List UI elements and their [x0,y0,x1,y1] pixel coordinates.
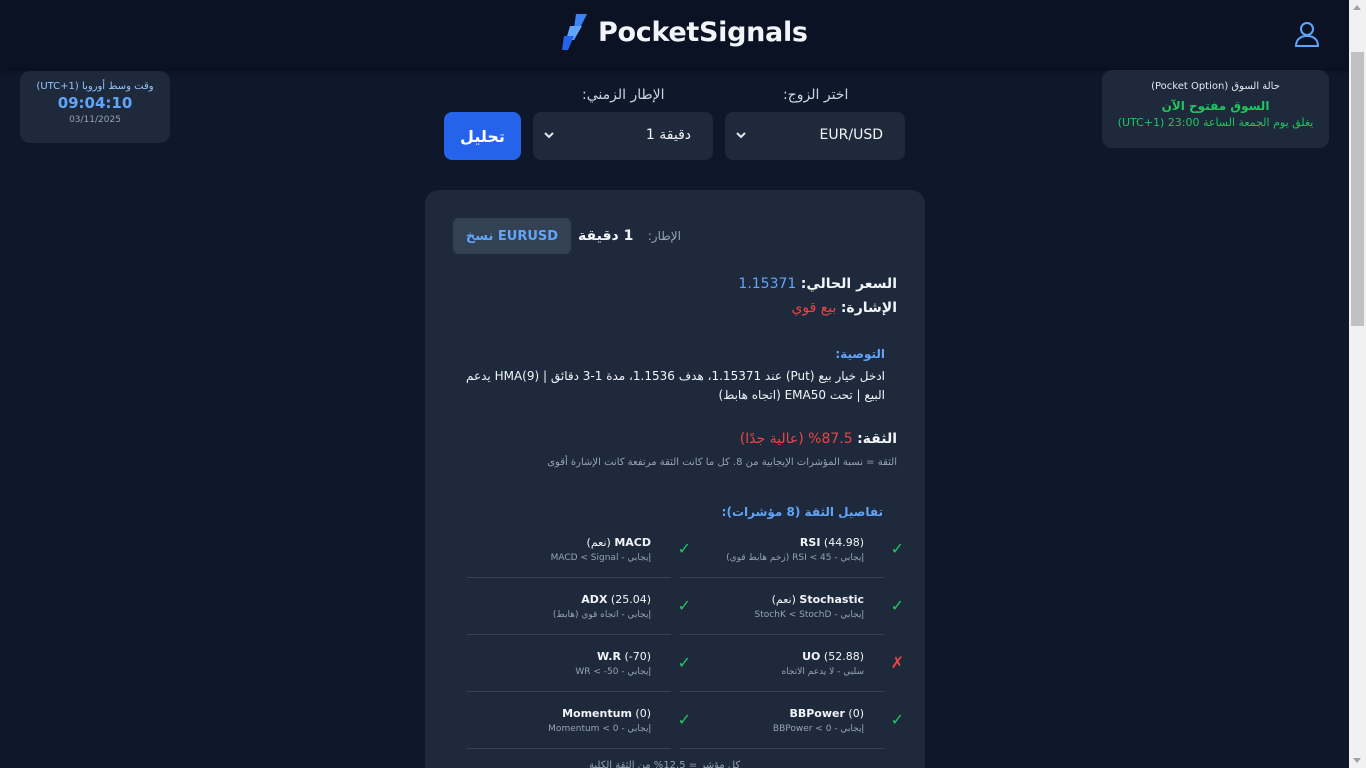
chevron-down-icon [736,132,746,139]
indicator-name: Momentum [562,707,632,720]
market-status-card: حالة السوق (Pocket Option) السوق مفتوح ا… [1102,70,1329,148]
indicator-value: (0) [848,707,864,720]
indicator-value: (نعم) [586,536,611,549]
indicator-value: (44.98) [823,536,864,549]
indicator-desc: إيجابي - MACD < Signal [550,553,651,563]
check-icon: ✓ [677,710,691,729]
indicator-desc: إيجابي - Momentum < 0 [548,724,651,734]
indicator-value: (25.04) [610,593,651,606]
indicator-adx: ✓ ADX (25.04) إيجابي - اتجاه قوي (هابط) [467,590,691,635]
copy-pair-button[interactable]: EURUSD نسخ [453,218,571,254]
analyze-button[interactable]: تحليل [444,112,521,160]
indicator-rsi: ✓ RSI (44.98) إيجابي - RSI < 45 (زخم هاب… [680,533,904,578]
indicator-desc: إيجابي - BBPower < 0 [772,724,864,734]
indicator-value: (نعم) [771,593,796,606]
indicator-name: UO [802,650,821,663]
indicator-name: MACD [614,536,651,549]
clock-time: 09:04:10 [57,94,133,112]
price-value: 1.15371 [738,276,797,292]
bolt-logo-icon [562,14,587,50]
indicator-value: (0) [635,707,651,720]
brand-logo[interactable]: PocketSignals [562,12,808,52]
timeframe-select[interactable]: 1 دقيقة [533,112,713,160]
indicator-momentum: ✓ Momentum (0) إيجابي - Momentum < 0 [467,704,691,749]
result-timeframe-label: الإطار: [647,229,681,243]
timeframe-label: الإطار الزمني: [582,87,665,103]
user-icon[interactable] [1293,20,1321,48]
clock-date: 03/11/2025 [69,115,121,125]
signal: الإشارة: بيع قوي [791,300,897,316]
indicator-bbpower: ✓ BBPower (0) إيجابي - BBPower < 0 [680,704,904,749]
recommendation-title: التوصية: [835,347,885,361]
check-icon: ✓ [677,653,691,672]
scroll-down-icon[interactable] [1353,758,1361,763]
result-timeframe: الإطار: 1 دقيقة [578,228,681,244]
indicator-desc: إيجابي - RSI < 45 (زخم هابط قوي) [726,553,864,563]
market-close-info: يغلق يوم الجمعة الساعة 23:00 (UTC+1) [1117,116,1314,129]
indicator-name: Stochastic [799,593,864,606]
confidence-note: الثقة = نسبة المؤشرات الإيجابية من 8. كل… [547,457,897,468]
check-icon: ✓ [890,710,904,729]
market-open-status: السوق مفتوح الآن [1161,99,1270,113]
pair-select[interactable]: EUR/USD [725,112,905,160]
check-icon: ✓ [890,596,904,615]
indicator-value: (-70) [624,650,651,663]
indicator-name: BBPower [789,707,845,720]
chevron-down-icon [544,132,554,139]
cet-clock-card: وقت وسط أوروبا (UTC+1) 09:04:10 03/11/20… [20,71,170,143]
indicator-name: W.R [597,650,621,663]
indicator-value: (52.88) [823,650,864,663]
indicator-uo: ✗ UO (52.88) سلبي - لا يدعم الاتجاه [680,647,904,692]
clock-label: وقت وسط أوروبا (UTC+1) [36,81,154,92]
scroll-thumb[interactable] [1351,52,1364,326]
indicator-name: ADX [581,593,608,606]
current-price: السعر الحالي: 1.15371 [738,276,897,292]
confidence: الثقة: 87.5% (عالية جدًا) [740,431,897,447]
timeframe-value: 1 دقيقة [645,127,691,143]
indicator-wr: ✓ W.R (-70) إيجابي - WR < -50 [467,647,691,692]
indicator-desc: إيجابي - WR < -50 [575,667,651,677]
brand-name: PocketSignals [598,16,808,48]
indicator-macd: ✓ MACD (نعم) إيجابي - MACD < Signal [467,533,691,578]
check-icon: ✓ [677,596,691,615]
confidence-details-title: تفاصيل الثقة (8 مؤشرات): [721,505,883,519]
confidence-footnote: كل مؤشر = 12.5% من الثقة الكلية [589,760,741,768]
analysis-result-card: EURUSD نسخ الإطار: 1 دقيقة السعر الحالي:… [425,190,925,768]
scroll-up-icon[interactable] [1353,5,1361,10]
pair-label: اختر الزوج: [783,87,849,103]
confidence-label: الثقة: [857,431,897,447]
indicator-desc: إيجابي - اتجاه قوي (هابط) [552,610,651,620]
cross-icon: ✗ [890,653,904,672]
top-navbar: PocketSignals [0,0,1366,68]
price-label: السعر الحالي: [800,276,897,292]
indicator-desc: سلبي - لا يدعم الاتجاه [781,667,864,677]
market-status-label: حالة السوق (Pocket Option) [1151,81,1280,92]
indicator-stochastic: ✓ Stochastic (نعم) إيجابي - StochK < Sto… [680,590,904,635]
indicator-desc: إيجابي - StochK < StochD [754,610,864,620]
signal-label: الإشارة: [840,300,897,316]
recommendation-text: ادخل خيار بيع (Put) عند 1.15371، هدف 1.1… [465,369,885,402]
indicator-name: RSI [799,536,821,549]
signal-value: بيع قوي [791,300,837,316]
result-timeframe-value: 1 دقيقة [578,228,634,244]
check-icon: ✓ [677,539,691,558]
page-scrollbar[interactable] [1349,0,1366,768]
check-icon: ✓ [890,539,904,558]
pair-value: EUR/USD [819,127,883,143]
confidence-value: 87.5% (عالية جدًا) [739,431,853,447]
